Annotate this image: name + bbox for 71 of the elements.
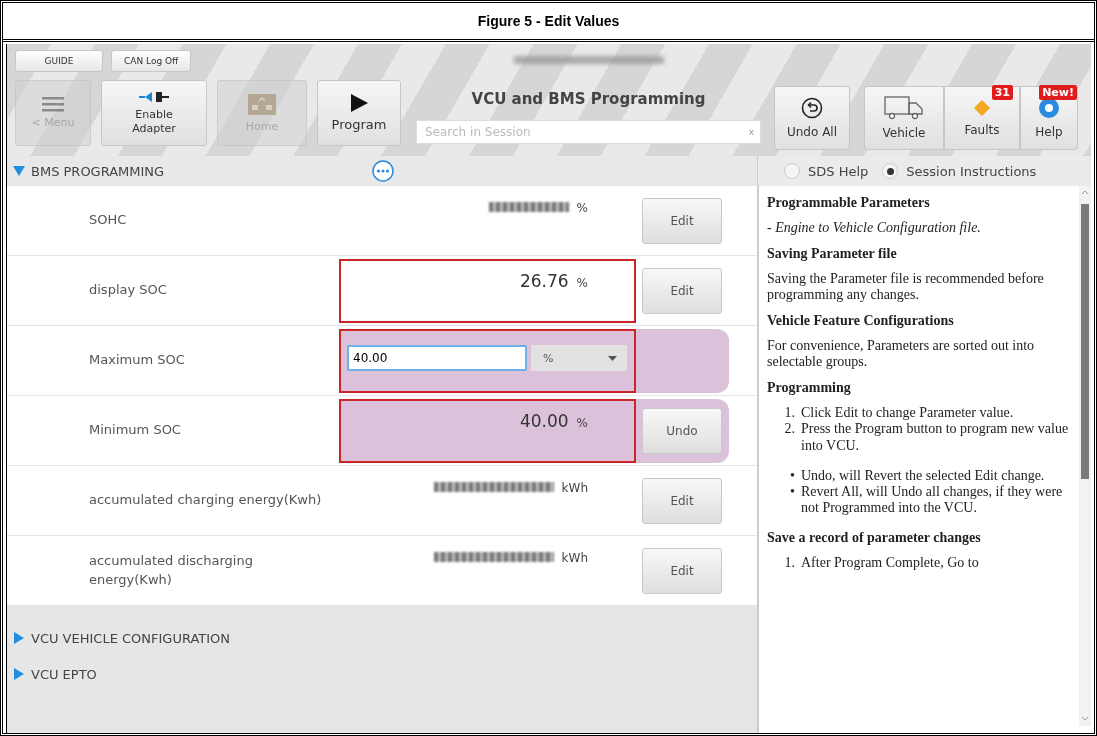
unit-dropdown[interactable]: % [531, 345, 627, 371]
toolbar-button[interactable]: CAN Log Off [111, 50, 192, 72]
undo-all-button[interactable]: Undo All [774, 86, 850, 150]
caret-right-icon [13, 668, 25, 680]
expand-toggle[interactable] [13, 632, 25, 644]
help-paragraph: Saving the Parameter file is recommended before programming any changes. [767, 271, 1045, 304]
list-marker: 1. [783, 554, 795, 572]
edit-button[interactable]: Edit [642, 548, 722, 594]
section-title[interactable]: VCU EPTO [31, 666, 97, 682]
parameter-value: 40.00 [519, 411, 569, 431]
toolbar-button[interactable]: Program [317, 80, 401, 146]
parameter-label: display SOC [88, 281, 168, 300]
toolbar-button[interactable]: New! Help [1020, 86, 1078, 150]
caret-right-icon [13, 632, 25, 644]
undo-button[interactable]: Undo [642, 408, 722, 454]
list-item-text: After Program Complete, Go to [801, 554, 979, 572]
parameter-label: Maximum SOC [88, 351, 186, 370]
parameter-label: accumulated charging energy(Kwh) [88, 491, 323, 510]
help-note: - Engine to Vehicle Configuration file. [767, 220, 982, 236]
caret-down-icon [13, 165, 25, 177]
radio-button[interactable] [784, 163, 800, 179]
help-heading: Programmable Parameters [767, 195, 931, 211]
expand-toggle[interactable] [13, 165, 25, 177]
edit-button[interactable]: Edit [642, 478, 722, 524]
list-item-text: Revert All, will Undo all changes, if they were not Programmed into the VCU. [801, 483, 1064, 516]
help-heading: Save a record of parameter changes [767, 529, 982, 546]
plug-icon [139, 90, 169, 105]
parameter-label: accumulated discharging energy(Kwh) [88, 551, 254, 589]
house-icon [247, 92, 277, 117]
edit-button[interactable]: Edit [642, 268, 722, 314]
toolbar-button[interactable]: Vehicle [864, 86, 944, 150]
menu-icon [42, 96, 64, 113]
unit-label: kWh [561, 481, 588, 495]
radio-button[interactable] [882, 163, 899, 179]
help-heading: Programming [767, 380, 852, 397]
toolbar-button[interactable]: Enable Adapter [101, 80, 207, 146]
play-icon [349, 92, 369, 113]
more-options-icon [372, 160, 394, 182]
app-title: VCU and BMS Programming [471, 90, 706, 108]
help-heading: Saving Parameter file [767, 246, 898, 262]
value-input[interactable]: 40.00 [347, 345, 527, 371]
list-marker: 2. [783, 421, 795, 439]
edit-button[interactable]: Edit [642, 198, 722, 244]
unit-label: % [576, 201, 588, 215]
unit-label: kWh [561, 551, 588, 565]
diamond-icon [973, 98, 991, 117]
toolbar-button[interactable]: 31 Faults [944, 86, 1020, 150]
list-marker: • [789, 467, 795, 484]
undo-icon [801, 96, 823, 119]
count-badge: 31 [991, 85, 1013, 100]
parameter-value: 26.76 [519, 271, 569, 291]
list-marker: 1. [783, 405, 795, 422]
parameter-label: Minimum SOC [88, 421, 182, 440]
section-title[interactable]: BMS PROGRAMMING [31, 163, 165, 179]
expand-toggle[interactable] [13, 668, 25, 680]
parameter-label: SOHC [88, 211, 128, 230]
section-title[interactable]: VCU VEHICLE CONFIGURATION [31, 630, 231, 646]
truck-icon [884, 95, 924, 120]
unit-label: % [576, 416, 588, 430]
list-item-text: Undo, will Revert the selected Edit change. [801, 467, 1045, 484]
help-heading: Vehicle Feature Configurations [767, 313, 955, 330]
count-badge: New! [1039, 85, 1077, 100]
caret-down-icon [608, 355, 617, 361]
help-paragraph: For convenience, Parameters are sorted out into selectable groups. [767, 338, 1036, 371]
unit-label: % [576, 276, 588, 290]
list-item-text: Click Edit to change Parameter value. [801, 405, 1014, 422]
radio-label[interactable]: SDS Help [808, 163, 869, 179]
radio-label[interactable]: Session Instructions [906, 163, 1037, 179]
toolbar-button[interactable]: GUIDE [15, 50, 103, 72]
list-marker: • [789, 483, 795, 501]
list-item-text: Press the Program button to program new value into VCU. [801, 421, 1069, 454]
